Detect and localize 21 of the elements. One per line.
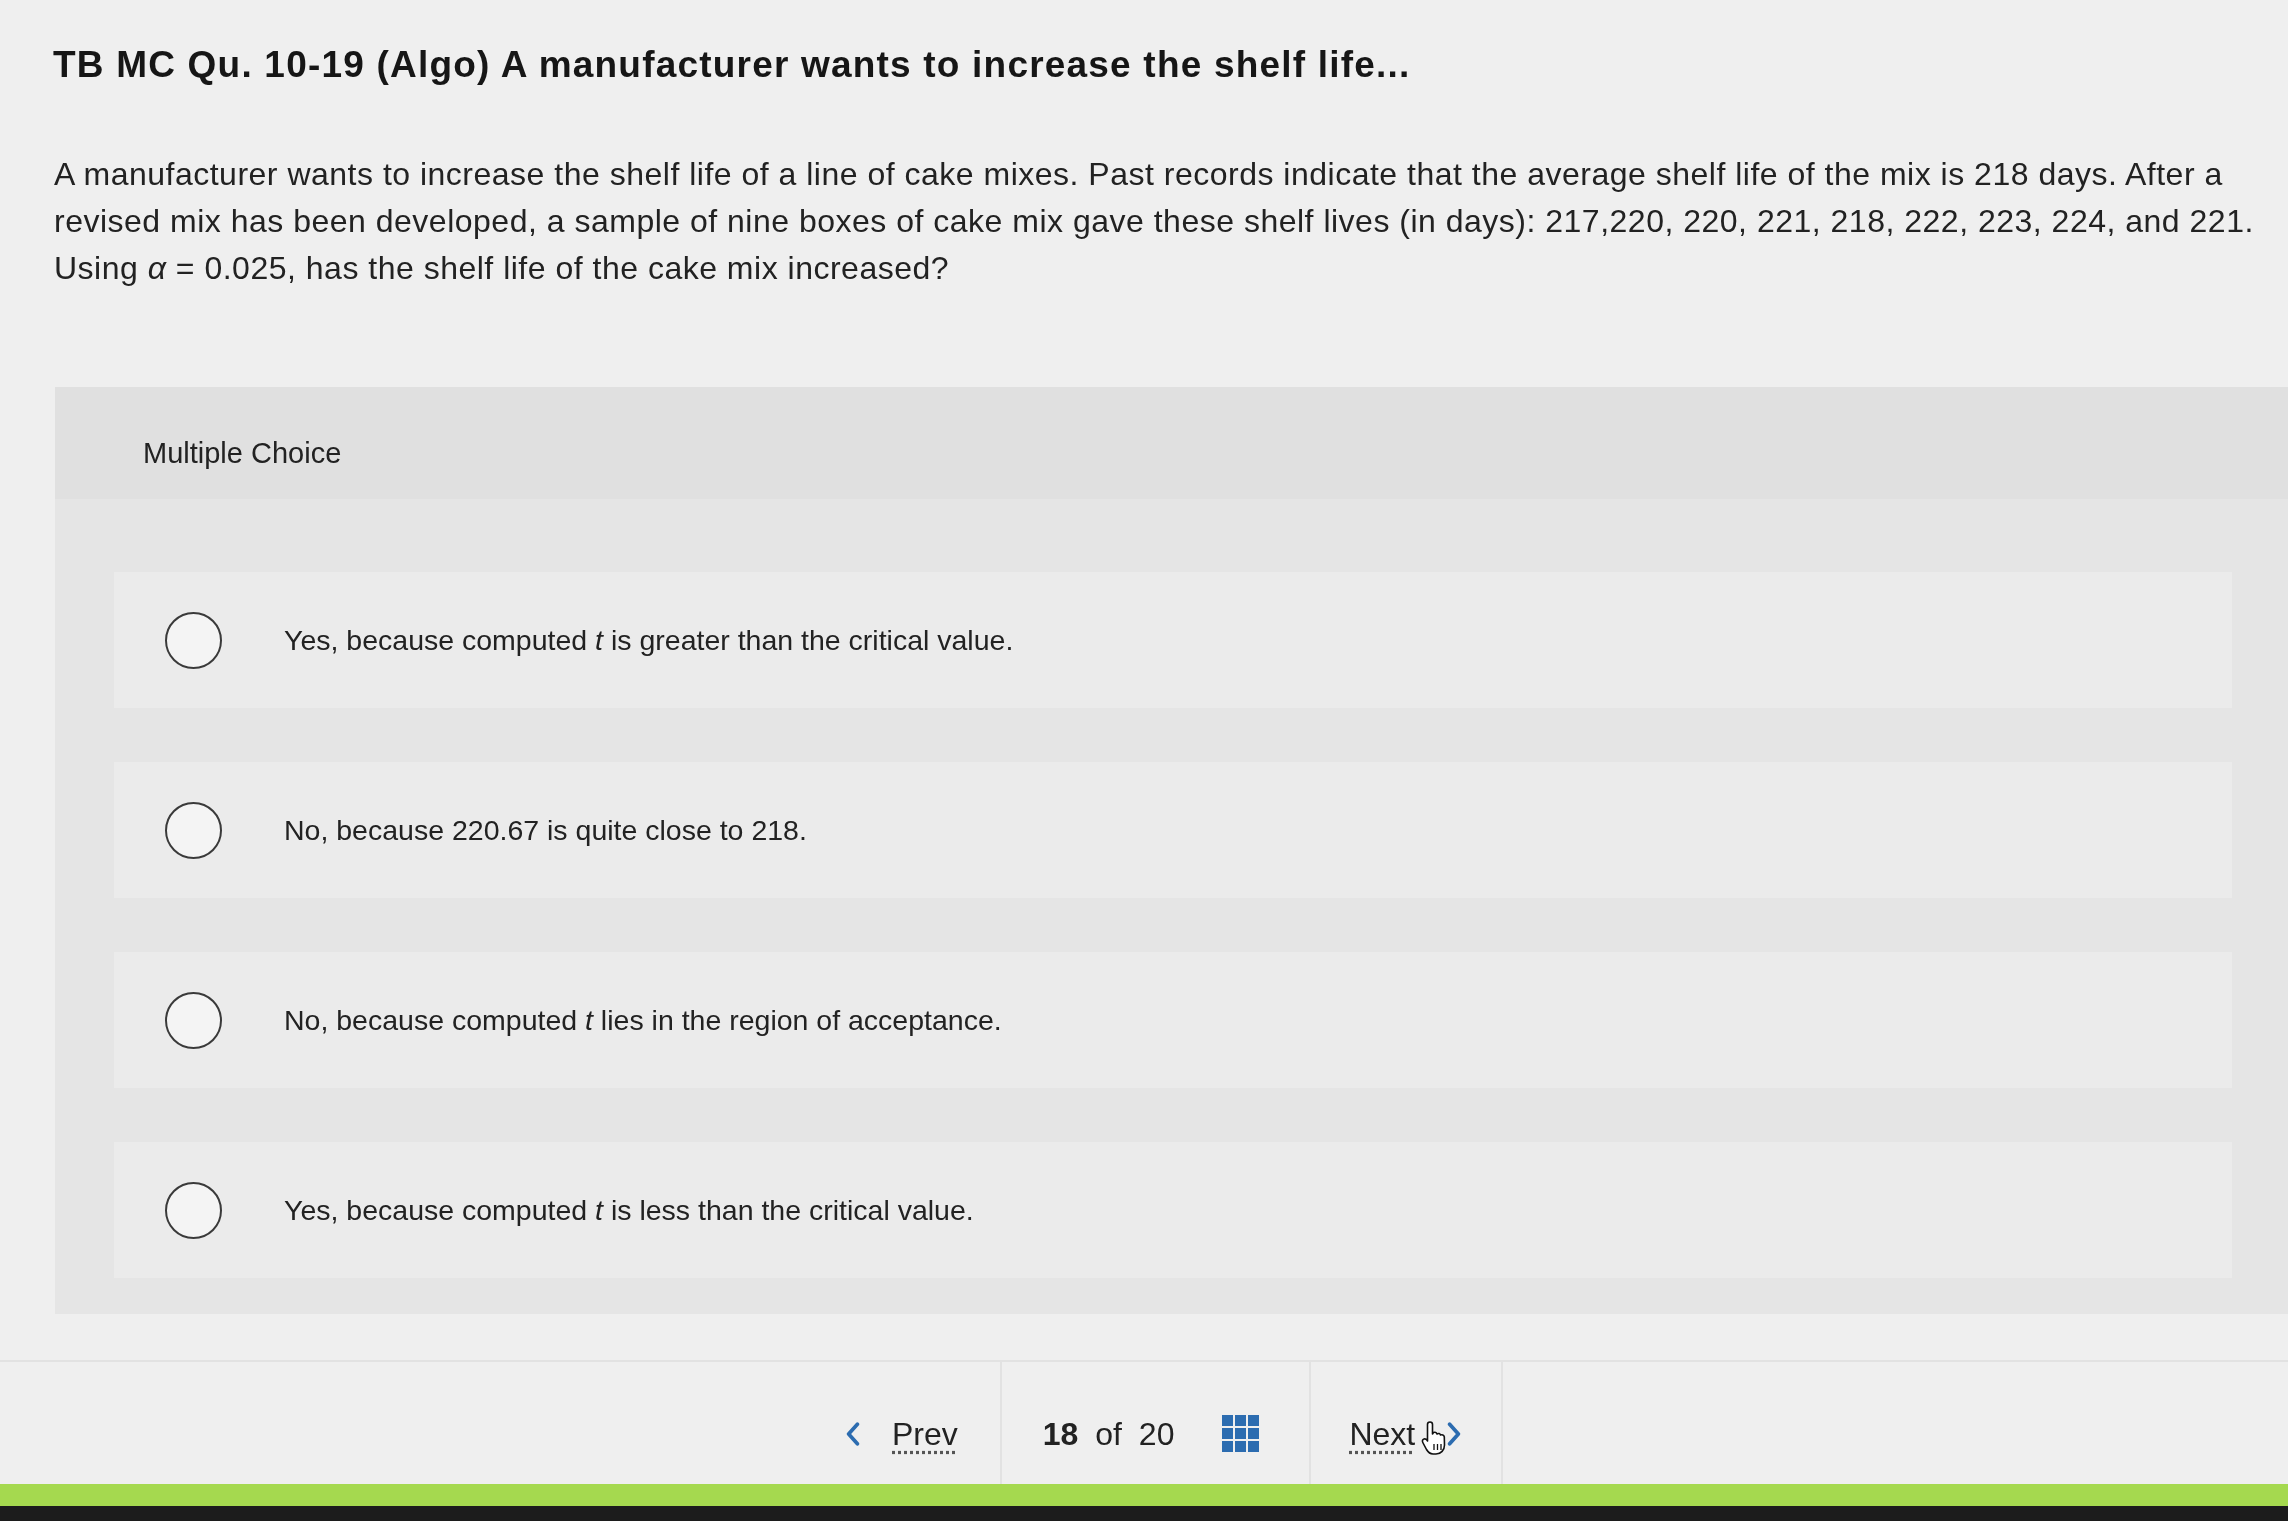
- next-button[interactable]: Next: [1349, 1415, 1462, 1453]
- page-counter: 18 of 20: [1042, 1415, 1175, 1453]
- option-text: Yes, because computed t is greater than the critical value.: [284, 623, 1014, 657]
- option-text: No, because 220.67 is quite close to 218.: [284, 813, 807, 847]
- question-text: A manufacturer wants to increase the shelf life of a line of cake mixes. Past records indicate that the average shelf life of the mix is 218 days. After a revised mix has been developed, a sample of nine boxes of cake mix gave these shelf lives (in days): 217,220, 220, 221, 218, 222, 223, 224, and 221. Using α = 0.025, has the shelf life of the cake mix increased?: [54, 155, 2255, 288]
- prev-button[interactable]: Prev: [846, 1415, 958, 1453]
- question-title: TB MC Qu. 10-19 (Algo) A manufacturer wants to increase the shelf life...: [53, 43, 1411, 87]
- chevron-right-icon: [1447, 1422, 1462, 1446]
- section-heading: Multiple Choice: [143, 436, 342, 470]
- option-text: Yes, because computed t is less than the critical value.: [284, 1193, 974, 1227]
- answer-option-card[interactable]: Yes, because computed t is greater than the critical value.: [114, 572, 2232, 708]
- answer-option-card[interactable]: No, because 220.67 is quite close to 218.: [114, 762, 2232, 898]
- radio-button[interactable]: [165, 801, 222, 859]
- grid-icon[interactable]: [1222, 1415, 1261, 1453]
- option-text: No, because computed t lies in the region of acceptance.: [284, 1003, 1002, 1037]
- answer-option-card[interactable]: Yes, because computed t is less than the critical value.: [114, 1142, 2232, 1278]
- radio-button[interactable]: [165, 991, 222, 1049]
- answer-option-card[interactable]: No, because computed t lies in the region of acceptance.: [114, 952, 2232, 1088]
- chevron-left-icon: [846, 1422, 860, 1446]
- radio-button[interactable]: [165, 611, 222, 669]
- radio-button[interactable]: [165, 1181, 222, 1239]
